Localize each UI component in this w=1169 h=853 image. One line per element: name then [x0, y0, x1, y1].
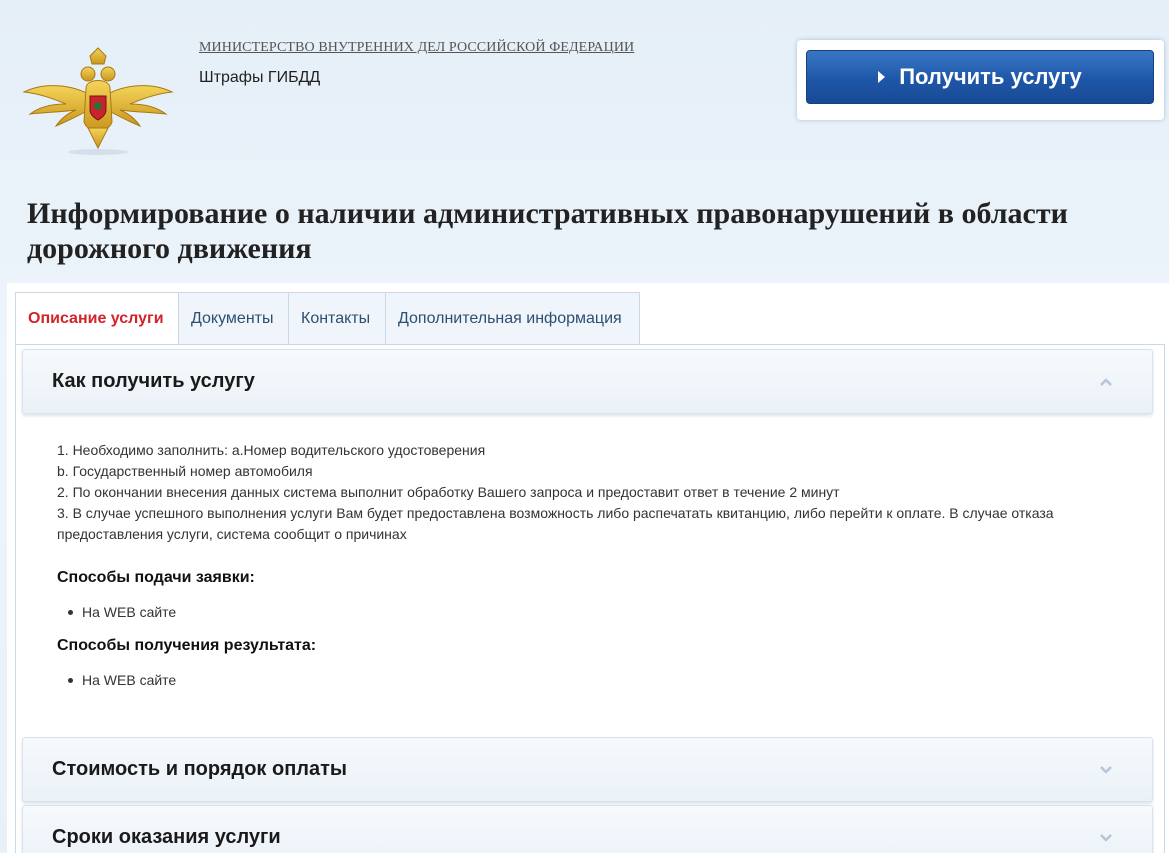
result-methods-list: На WEB сайте [57, 670, 1117, 691]
get-service-label: Получить услугу [899, 64, 1082, 89]
list-item: На WEB сайте [57, 602, 1117, 623]
accordion-title: Сроки оказания услуги [52, 826, 281, 848]
mvd-eagle-emblem-icon [22, 44, 174, 156]
list-item: На WEB сайте [57, 670, 1117, 691]
accordion-service-terms[interactable]: Сроки оказания услуги [22, 805, 1153, 853]
accordion-title: Как получить услугу [52, 370, 255, 392]
instruction-line: 3. В случае успешного выполнения услуги … [57, 505, 1054, 542]
accordion-title: Стоимость и порядок оплаты [52, 758, 347, 780]
instruction-line: 2. По окончании внесения данных система … [57, 484, 840, 500]
accordion-body-how-to-get: 1. Необходимо заполнить: a.Номер водител… [57, 440, 1117, 691]
tab-bar: Описание услуги Документы Контакты Допол… [15, 292, 640, 346]
chevron-down-icon [1100, 834, 1112, 842]
tab-contacts[interactable]: Контакты [289, 292, 386, 345]
content-area: Описание услуги Документы Контакты Допол… [7, 283, 1169, 853]
chevron-down-icon [1100, 766, 1112, 774]
cta-container: Получить услугу [797, 40, 1164, 120]
instruction-line: 1. Необходимо заполнить: a.Номер водител… [57, 442, 486, 458]
accordion-how-to-get[interactable]: Как получить услугу [22, 349, 1153, 414]
triangle-right-icon [878, 71, 886, 83]
service-subtitle: Штрафы ГИБДД [199, 69, 321, 86]
tab-documents[interactable]: Документы [179, 292, 289, 345]
submit-methods-list: На WEB сайте [57, 602, 1117, 623]
ministry-link[interactable]: МИНИСТЕРСТВО ВНУТРЕННИХ ДЕЛ РОССИЙСКОЙ Ф… [199, 40, 634, 56]
chevron-up-icon [1100, 378, 1112, 386]
tab-additional-info[interactable]: Дополнительная информация [386, 292, 640, 345]
submit-methods-title: Способы подачи заявки: [57, 569, 255, 586]
tab-description[interactable]: Описание услуги [15, 292, 179, 346]
page-title: Информирование о наличии административны… [27, 197, 1068, 265]
result-methods-title: Способы получения результата: [57, 637, 317, 654]
tab-panel: Как получить услугу 1. Необходимо заполн… [15, 344, 1165, 853]
get-service-button[interactable]: Получить услугу [806, 50, 1154, 104]
instruction-line: b. Государственный номер автомобиля [57, 463, 313, 479]
accordion-cost-payment[interactable]: Стоимость и порядок оплаты [22, 737, 1153, 802]
